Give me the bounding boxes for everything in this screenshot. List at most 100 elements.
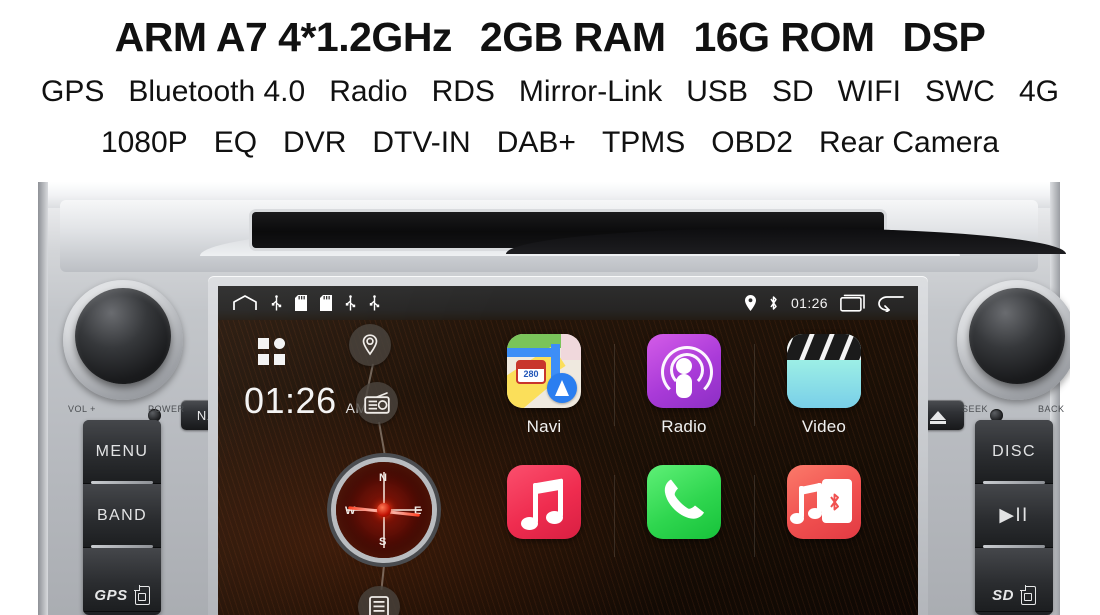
- route-shield: 280: [516, 360, 546, 384]
- recents-icon[interactable]: [840, 294, 866, 312]
- spec-extra: TPMS: [601, 126, 686, 159]
- home-icon[interactable]: [232, 295, 258, 311]
- bluetooth-icon: [828, 492, 841, 516]
- app-label: Radio: [661, 417, 707, 436]
- usb-icon: [271, 294, 282, 312]
- disc-button[interactable]: DISC: [975, 420, 1053, 484]
- knob-cap: [75, 288, 171, 384]
- note-head-right: [546, 511, 563, 524]
- route-shield-top: [518, 362, 544, 369]
- status-bar-clock: 01:26: [790, 295, 828, 311]
- arc-connector: [378, 421, 388, 464]
- app-row-1: 280 Navi Radio Video: [474, 334, 894, 437]
- gps-card-slot[interactable]: GPS: [83, 548, 161, 612]
- spec-feature: SD: [771, 75, 814, 108]
- menu-button[interactable]: MENU: [83, 420, 161, 484]
- app-bluetooth-music[interactable]: [754, 465, 894, 557]
- navigation-arrow-badge: [547, 373, 577, 403]
- clock-time: 01:26: [244, 380, 337, 421]
- grid-circle: [274, 338, 285, 349]
- app-grid-icon[interactable]: [258, 338, 286, 366]
- eject-icon: [930, 410, 946, 420]
- volume-knob-label-right: POWER: [148, 404, 185, 414]
- spec-feature: GPS: [41, 75, 105, 108]
- seek-back-knob[interactable]: [957, 280, 1070, 400]
- podcast-head: [676, 358, 692, 374]
- video-clapper-icon: [787, 334, 861, 408]
- spec-feature: Bluetooth 4.0: [128, 75, 306, 108]
- car-stereo-unit: NAVI VOL + POWER SEEK BACK MENU BAND GPS: [30, 172, 1070, 615]
- app-label: Navi: [526, 417, 562, 436]
- maps-icon: 280: [507, 334, 581, 408]
- spec-extra: DVR: [283, 126, 347, 159]
- gps-slot-row: GPS: [83, 586, 161, 605]
- band-button[interactable]: BAND: [83, 484, 161, 548]
- arc-connector: [380, 555, 386, 590]
- spec-extra: Rear Camera: [819, 126, 1000, 159]
- spec-line-primary: ARM A7 4*1.2GHz 2GB RAM 16G ROM DSP: [0, 0, 1100, 66]
- spec-feature: 4G: [1018, 75, 1059, 108]
- clapper-body: [787, 358, 861, 408]
- route-number: 280: [523, 369, 539, 379]
- location-pin-icon: [744, 295, 756, 311]
- app-navi[interactable]: 280 Navi: [474, 334, 614, 437]
- knob-cap: [969, 288, 1065, 384]
- spec-ram: 2GB RAM: [479, 13, 666, 60]
- left-button-stack: MENU BAND GPS: [83, 420, 161, 615]
- app-divider: [754, 344, 755, 426]
- product-image: ARM A7 4*1.2GHz 2GB RAM 16G ROM DSP GPS …: [0, 0, 1100, 615]
- app-divider: [614, 344, 615, 426]
- app-phone[interactable]: [614, 465, 754, 557]
- unit-left-rim: [38, 182, 48, 615]
- phone-icon: [647, 465, 721, 539]
- map-road-blue: [507, 348, 557, 357]
- spec-line-extras: 1080P EQ DVR DTV-IN DAB+ TPMS OBD2 Rear …: [0, 118, 1100, 168]
- app-divider: [754, 475, 755, 557]
- app-radio[interactable]: Radio: [614, 334, 754, 437]
- app-label: Video: [801, 417, 847, 436]
- right-button-stack: DISC ▶II SD: [975, 420, 1053, 615]
- spec-feature: USB: [686, 75, 748, 108]
- compass-north: N: [379, 472, 387, 484]
- sd-card-slot[interactable]: SD: [975, 548, 1053, 612]
- spec-feature: RDS: [431, 75, 495, 108]
- spec-feature: SWC: [924, 75, 995, 108]
- seek-knob-label-right: BACK: [1038, 404, 1065, 414]
- eject-icon-bar: [930, 421, 946, 424]
- app-music[interactable]: [474, 465, 614, 548]
- app-grid: 280 Navi Radio Video: [474, 334, 894, 557]
- equalizer-icon[interactable]: [358, 586, 400, 615]
- bluetooth-icon: [768, 295, 779, 311]
- back-icon[interactable]: [878, 294, 904, 312]
- play-pause-button[interactable]: ▶II: [975, 484, 1053, 548]
- sd-slot-label: SD: [992, 587, 1014, 604]
- compass-south: S: [379, 536, 387, 548]
- spec-extra: DTV-IN: [372, 126, 471, 159]
- compass-widget[interactable]: N E S W: [336, 462, 432, 558]
- grid-square: [258, 338, 269, 349]
- sd-card-icon: [134, 586, 150, 605]
- note-head-left: [521, 517, 538, 530]
- volume-power-knob[interactable]: [63, 280, 183, 400]
- music-note-icon: [507, 465, 581, 539]
- android-status-bar: 01:26: [218, 286, 918, 320]
- spec-extra: DAB+: [496, 126, 576, 159]
- phone-handset-glyph: [659, 475, 709, 530]
- location-pin-icon[interactable]: [349, 324, 391, 366]
- spec-feature: Radio: [329, 75, 408, 108]
- clapper-board: [787, 334, 861, 360]
- grid-square: [258, 354, 269, 365]
- status-bar-left-icons: [232, 294, 380, 312]
- spec-extra: 1080P: [100, 126, 188, 159]
- clock-widget: 01:26 AM: [244, 380, 368, 422]
- app-divider: [614, 475, 615, 557]
- disc-slot[interactable]: [252, 212, 1066, 254]
- map-pink-area: [561, 334, 581, 360]
- radio-icon[interactable]: [356, 382, 398, 424]
- note-head-right: [808, 508, 822, 519]
- bluetooth-music-icon: [787, 465, 861, 539]
- usb-icon: [345, 294, 356, 312]
- touchscreen[interactable]: 01:26 01:26 AM: [218, 286, 918, 615]
- note-head-left: [790, 513, 804, 524]
- app-video[interactable]: Video: [754, 334, 894, 437]
